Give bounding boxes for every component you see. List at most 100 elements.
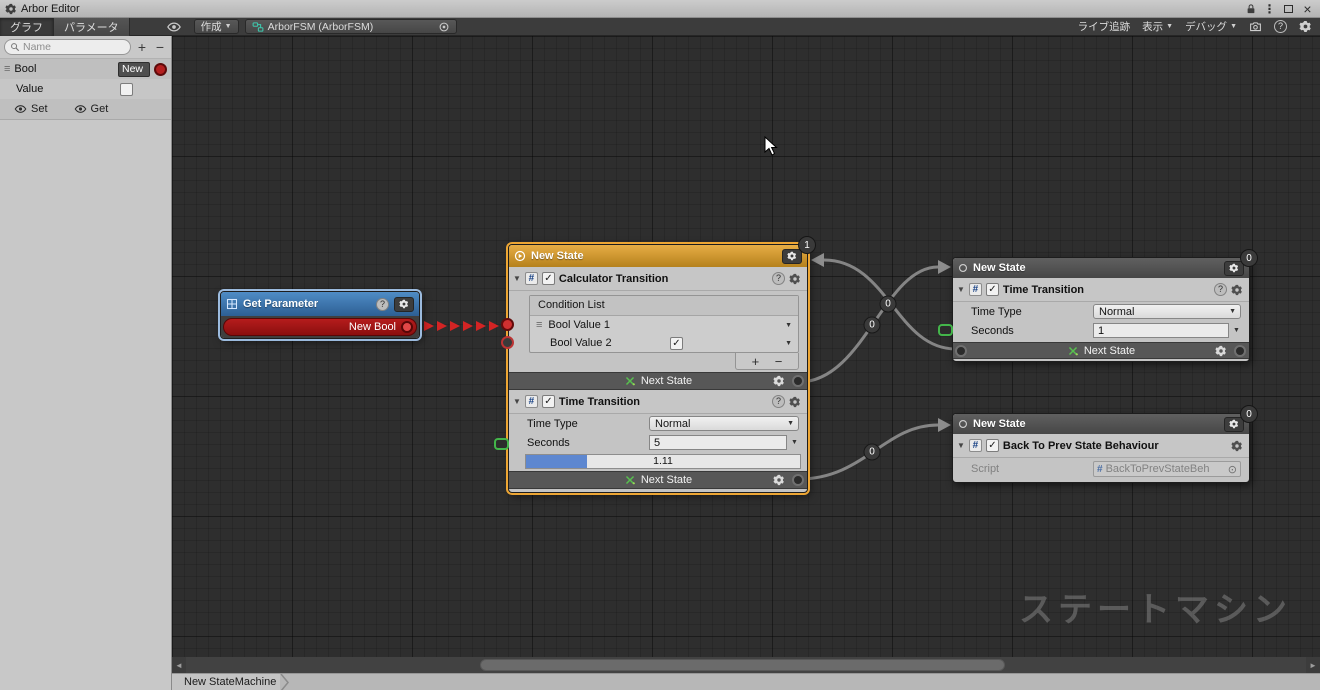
capture-camera-icon[interactable] (1249, 20, 1262, 33)
state-link-connector[interactable] (792, 375, 804, 387)
foldout-icon[interactable]: ▼ (513, 397, 521, 406)
help-icon[interactable]: ? (772, 395, 785, 408)
state-link-connector[interactable] (1234, 345, 1246, 357)
tab-graph[interactable]: グラフ (0, 18, 54, 36)
scroll-right-button[interactable]: ► (1306, 657, 1320, 673)
behaviour-enabled-checkbox[interactable]: ✓ (542, 395, 555, 408)
remove-parameter-button[interactable]: − (153, 40, 167, 54)
window-titlebar[interactable]: Arbor Editor ⋮ × (0, 0, 1320, 18)
set-toggle[interactable]: Set (14, 103, 48, 115)
slot-type-caret-icon[interactable]: ▼ (791, 439, 799, 446)
state-node-header[interactable]: New State (953, 258, 1249, 278)
next-state-link-calculator[interactable]: Next State (509, 372, 807, 390)
scroll-left-button[interactable]: ◄ (172, 657, 186, 673)
caret-down-icon[interactable]: ▼ (785, 340, 792, 347)
script-icon: # (525, 272, 538, 285)
link-gear-icon[interactable] (1215, 345, 1227, 357)
create-button[interactable]: 作成▼ (194, 19, 239, 34)
close-button[interactable]: × (1300, 2, 1315, 16)
bool-output-connector[interactable] (401, 321, 413, 333)
object-picker-icon[interactable]: ⊙ (1228, 463, 1237, 476)
behaviour-enabled-checkbox[interactable]: ✓ (542, 272, 555, 285)
bool-parameter-connector[interactable] (154, 63, 167, 76)
state-node-header[interactable]: New State (953, 414, 1249, 434)
behaviour-header-time[interactable]: ▼ # ✓ Time Transition ? (509, 390, 807, 414)
state-link-connector-connected[interactable] (955, 345, 967, 357)
value-checkbox[interactable] (120, 83, 133, 96)
state-node-upper[interactable]: New State 0 ▼ # ✓ Time Transition ? Time… (952, 257, 1250, 362)
bool-input-connector-connected[interactable] (501, 318, 514, 331)
scrollbar-thumb[interactable] (480, 659, 1005, 671)
behaviour-header-backtoprev[interactable]: ▼ # ✓ Back To Prev State Behaviour (953, 434, 1249, 458)
help-icon[interactable]: ? (1274, 20, 1287, 33)
seconds-input[interactable] (1093, 323, 1229, 338)
slot-type-caret-icon[interactable]: ▼ (1233, 327, 1241, 334)
state-node-lower[interactable]: New State 0 ▼ # ✓ Back To Prev State Beh… (952, 413, 1250, 483)
get-parameter-header[interactable]: Get Parameter ? (221, 292, 419, 316)
bool-output-pill[interactable]: New Bool (223, 318, 417, 336)
graph-breadcrumb[interactable]: ArborFSM (ArborFSM) (245, 19, 457, 34)
behaviour-gear-icon[interactable] (789, 396, 801, 408)
search-input[interactable] (23, 41, 103, 53)
parameter-row-bool[interactable]: ≡ Bool (0, 58, 171, 79)
help-icon[interactable]: ? (376, 298, 389, 311)
help-icon[interactable]: ? (1214, 283, 1227, 296)
condition-value-checkbox[interactable]: ✓ (670, 337, 683, 350)
debug-menu-button[interactable]: デバッグ▼ (1185, 19, 1237, 34)
next-state-link[interactable]: Next State (953, 342, 1249, 359)
state-link-connector[interactable] (792, 474, 804, 486)
foldout-icon[interactable]: ▼ (957, 441, 965, 450)
behaviour-gear-icon[interactable] (789, 273, 801, 285)
foldout-icon[interactable]: ▼ (957, 285, 965, 294)
graph-canvas[interactable]: ステートマシン 0 0 0 Get Parameter (172, 36, 1320, 657)
statemachine-tab[interactable]: New StateMachine (172, 674, 280, 690)
caret-down-icon[interactable]: ▼ (785, 322, 792, 329)
settings-gear-icon[interactable] (1299, 20, 1312, 33)
parameter-name-field[interactable] (118, 62, 150, 77)
behaviour-enabled-checkbox[interactable]: ✓ (986, 283, 999, 296)
seconds-calc-connector[interactable] (494, 438, 509, 450)
seconds-calc-connector[interactable] (938, 324, 953, 336)
search-box[interactable] (4, 39, 131, 55)
condition-row-2[interactable]: Bool Value 2 ✓ ▼ (530, 334, 798, 352)
next-state-link-time[interactable]: Next State (509, 471, 807, 489)
behaviour-gear-icon[interactable] (1231, 440, 1243, 452)
state-node-main[interactable]: New State 1 ▼ # ✓ Calculator Transition … (508, 244, 808, 493)
maximize-button[interactable] (1281, 2, 1296, 16)
add-condition-button[interactable]: + (752, 355, 760, 368)
seconds-input[interactable] (649, 435, 787, 450)
view-menu-button[interactable]: 表示▼ (1142, 19, 1173, 34)
window-menu-icon[interactable]: ⋮ (1262, 2, 1277, 16)
get-label: Get (91, 103, 109, 115)
bool-input-connector-empty[interactable] (501, 336, 514, 349)
tab-parameter[interactable]: パラメータ (54, 18, 130, 36)
node-settings-button[interactable] (394, 297, 414, 312)
drag-handle-icon[interactable]: ≡ (4, 63, 10, 75)
add-parameter-button[interactable]: + (135, 40, 149, 54)
node-settings-button[interactable] (782, 249, 802, 264)
condition-row-1[interactable]: ≡ Bool Value 1 ▼ (530, 316, 798, 334)
behaviour-title: Calculator Transition (559, 273, 768, 285)
live-trace-button[interactable]: ライブ追跡 (1078, 19, 1131, 34)
target-icon[interactable] (438, 21, 450, 33)
drag-handle-icon[interactable]: ≡ (536, 319, 542, 331)
behaviour-gear-icon[interactable] (1231, 284, 1243, 296)
time-type-dropdown[interactable]: Normal ▼ (649, 416, 799, 431)
get-toggle[interactable]: Get (74, 103, 109, 115)
get-parameter-node[interactable]: Get Parameter ? New Bool (220, 291, 420, 339)
link-gear-icon[interactable] (773, 375, 785, 387)
sidebar-visibility-eye-icon[interactable] (166, 20, 182, 34)
foldout-icon[interactable]: ▼ (513, 274, 521, 283)
behaviour-header-time[interactable]: ▼ # ✓ Time Transition ? (953, 278, 1249, 302)
script-object-field[interactable]: # BackToPrevStateBeh ⊙ (1093, 461, 1241, 477)
caret-down-icon: ▼ (1229, 308, 1236, 315)
help-icon[interactable]: ? (772, 272, 785, 285)
behaviour-enabled-checkbox[interactable]: ✓ (986, 439, 999, 452)
state-node-header[interactable]: New State (509, 245, 807, 267)
remove-condition-button[interactable]: − (775, 355, 783, 368)
link-gear-icon[interactable] (773, 474, 785, 486)
lock-icon[interactable] (1243, 2, 1258, 16)
scrollbar-track[interactable] (186, 657, 1306, 673)
time-type-dropdown[interactable]: Normal ▼ (1093, 304, 1241, 319)
behaviour-header-calculator[interactable]: ▼ # ✓ Calculator Transition ? (509, 267, 807, 291)
